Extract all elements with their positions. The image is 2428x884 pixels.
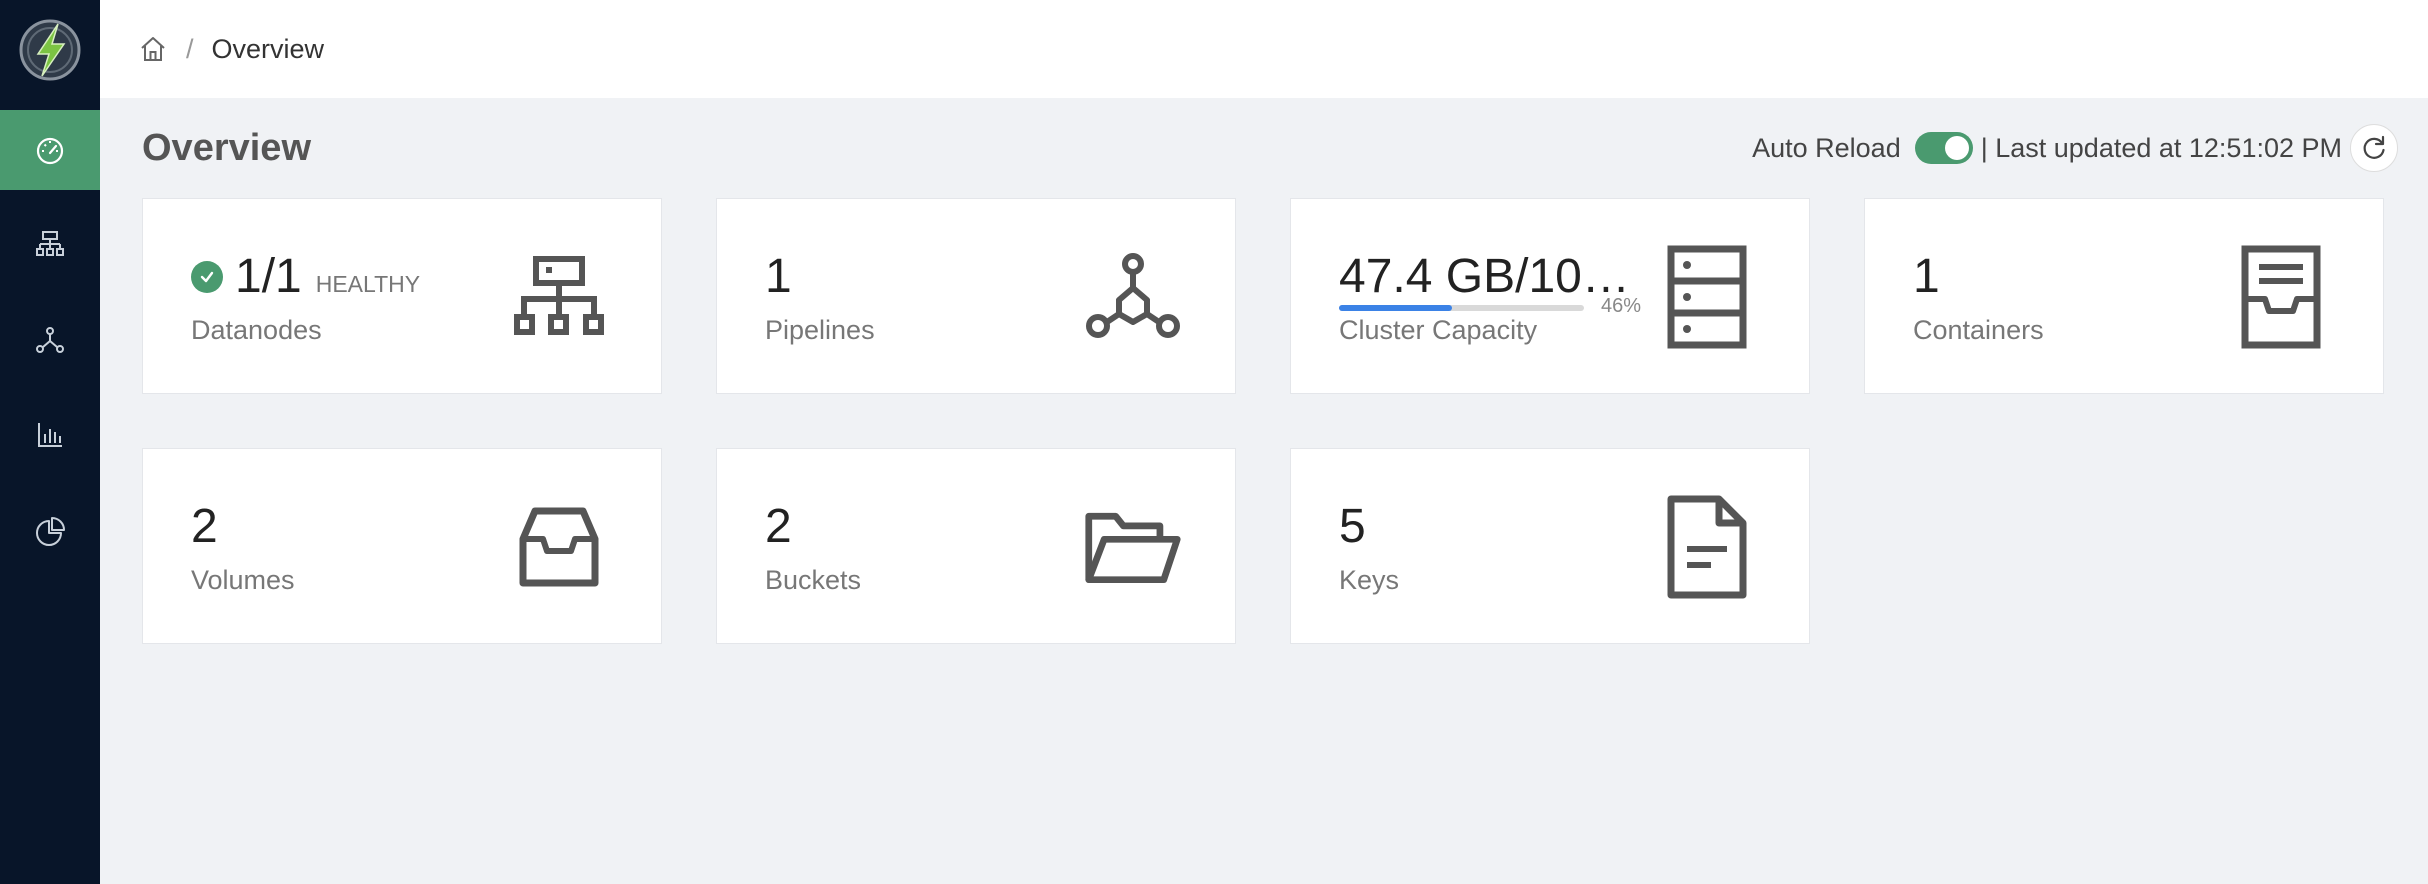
pipelines-value-row: 1: [765, 249, 792, 305]
capacity-progress-fill: [1339, 305, 1452, 311]
containers-card[interactable]: 1 Containers: [1864, 198, 2384, 394]
toggle-knob: [1944, 136, 1969, 160]
sidebar-item-insights[interactable]: [0, 395, 100, 475]
auto-reload-toggle[interactable]: [1914, 132, 1973, 164]
keys-label: Keys: [1339, 565, 1400, 595]
dashboard-icon: [36, 137, 64, 165]
check-circle-icon: [191, 261, 223, 293]
keys-value-row: 5: [1339, 499, 1366, 555]
sidebar: [0, 0, 100, 884]
datanodes-card[interactable]: 1/1 HEALTHY Datanodes: [142, 198, 662, 394]
auto-reload-label: Auto Reload: [1752, 132, 1901, 163]
server-icon: [1657, 245, 1757, 349]
app: / Overview Overview Auto Reload | Last u…: [0, 0, 2428, 884]
datanodes-label: Datanodes: [191, 315, 322, 345]
last-updated-text: | Last updated at 12:51:02 PM: [1980, 132, 2342, 163]
containers-value-row: 1: [1913, 249, 1940, 305]
containers-value: 1: [1913, 250, 1940, 303]
pipeline-icon: [36, 327, 64, 353]
container-icon: [2231, 245, 2331, 349]
capacity-progress-bar: [1339, 305, 1584, 311]
page-title: Overview: [142, 127, 311, 169]
buckets-value: 2: [765, 500, 792, 553]
folder-open-icon: [1083, 497, 1183, 597]
keys-card[interactable]: 5 Keys: [1290, 448, 1810, 644]
cluster-capacity-card[interactable]: 47.4 GB/102... 46% Cluster Capacity: [1290, 198, 1810, 394]
capacity-value: 47.4 GB/102...: [1339, 250, 1644, 303]
bar-chart-icon: [38, 423, 62, 447]
buckets-value-row: 2: [765, 499, 792, 555]
sidebar-item-datanodes[interactable]: [0, 204, 100, 284]
volumes-value-row: 2: [191, 499, 218, 555]
lightning-logo-icon: [19, 19, 81, 81]
capacity-percent: 46%: [1601, 295, 1642, 317]
containers-label: Containers: [1913, 315, 2044, 345]
capacity-label: Cluster Capacity: [1339, 315, 1538, 345]
sidebar-item-heatmap[interactable]: [0, 492, 100, 572]
app-logo[interactable]: [0, 0, 100, 100]
datanodes-status: HEALTHY: [315, 271, 421, 297]
volumes-label: Volumes: [191, 565, 295, 595]
breadcrumb-separator: /: [186, 33, 194, 64]
pie-chart-icon: [36, 517, 65, 546]
sitemap-icon: [509, 247, 609, 347]
pipeline-icon: [1083, 247, 1183, 347]
pipelines-label: Pipelines: [765, 315, 875, 345]
pipelines-value: 1: [765, 250, 792, 303]
keys-value: 5: [1339, 500, 1366, 553]
volumes-value: 2: [191, 500, 218, 553]
pipelines-card[interactable]: 1 Pipelines: [716, 198, 1236, 394]
refresh-icon: [2363, 135, 2385, 159]
buckets-label: Buckets: [765, 565, 862, 595]
capacity-value-row: 47.4 GB/102...: [1339, 249, 1644, 305]
breadcrumb: / Overview: [138, 0, 324, 98]
sidebar-item-pipelines[interactable]: [0, 300, 100, 380]
refresh-button[interactable]: [2350, 124, 2398, 172]
file-icon: [1657, 495, 1757, 599]
cluster-icon: [36, 231, 64, 256]
volumes-card[interactable]: 2 Volumes: [142, 448, 662, 644]
sidebar-item-overview[interactable]: [0, 110, 100, 190]
top-header: / Overview: [100, 0, 2428, 98]
datanodes-value: 1/1: [235, 250, 302, 303]
inbox-icon: [509, 497, 609, 597]
breadcrumb-current: Overview: [211, 33, 325, 64]
datanodes-value-row: 1/1 HEALTHY: [191, 249, 420, 305]
auto-reload-bar: Auto Reload | Last updated at 12:51:02 P…: [1752, 122, 2398, 174]
home-icon[interactable]: [138, 34, 168, 64]
buckets-card[interactable]: 2 Buckets: [716, 448, 1236, 644]
